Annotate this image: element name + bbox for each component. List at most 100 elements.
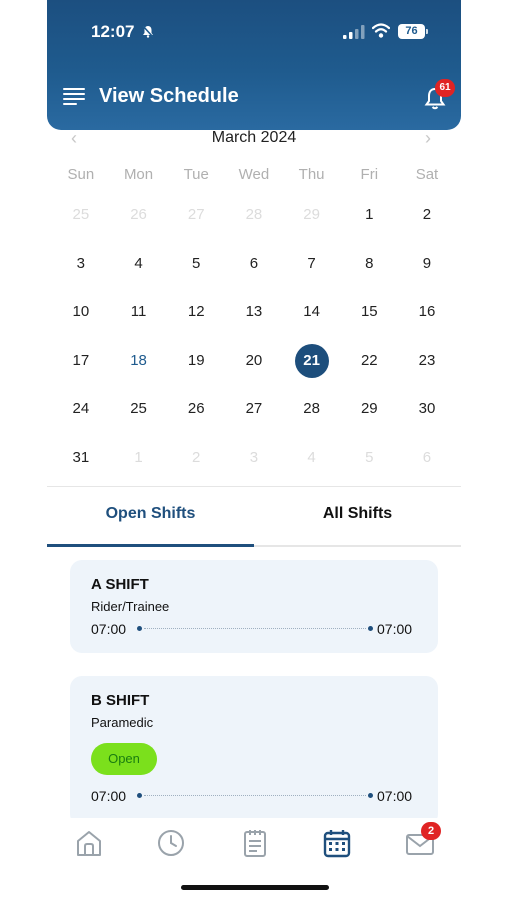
calendar-day[interactable]: 10: [52, 295, 110, 329]
home-indicator[interactable]: [181, 885, 329, 890]
calendar-day[interactable]: 29: [283, 198, 341, 232]
calendar-grid: 25 26 27 28 29 1 2 3 4 5 6 7 8 9 10 11 1…: [52, 191, 456, 482]
weekday-label: Thu: [298, 166, 325, 183]
battery-indicator: 76: [398, 24, 425, 39]
calendar-day[interactable]: 16: [398, 295, 456, 329]
calendar-day[interactable]: 12: [167, 295, 225, 329]
bell-muted-icon: [142, 25, 154, 38]
calendar-day[interactable]: 28: [283, 392, 341, 426]
shift-tabs: Open Shifts All Shifts: [47, 487, 461, 547]
shift-start-time: 07:00: [91, 621, 127, 637]
calendar-day[interactable]: 14: [283, 295, 341, 329]
weekday-label: Sat: [415, 166, 439, 183]
shift-name: B SHIFT: [91, 692, 150, 709]
calendar-day[interactable]: 17: [52, 344, 110, 378]
calendar-day[interactable]: 6: [398, 441, 456, 475]
shift-end-time: 07:00: [377, 621, 413, 637]
hamburger-menu-icon[interactable]: [63, 88, 85, 105]
weekday-label: Mon: [123, 166, 154, 183]
calendar-day[interactable]: 2: [167, 441, 225, 475]
app-screen: 12:07 76 View Schedule 61 ‹ March 2024 ›…: [47, 0, 461, 900]
timeline-start-dot: [137, 793, 142, 798]
calendar-day[interactable]: 28: [225, 198, 283, 232]
shift-card[interactable]: B SHIFT Paramedic Open 07:00 07:00: [70, 676, 438, 826]
calendar-day[interactable]: 7: [283, 247, 341, 281]
calendar-day[interactable]: 26: [110, 198, 168, 232]
shift-role: Rider/Trainee: [91, 599, 170, 614]
calendar-day-selected[interactable]: 21: [283, 343, 341, 378]
calendar-day[interactable]: 27: [167, 198, 225, 232]
shift-role: Paramedic: [91, 715, 154, 730]
month-label: March 2024: [211, 129, 297, 146]
calendar-day[interactable]: 1: [110, 441, 168, 475]
timeline-end-dot: [368, 793, 373, 798]
shift-card[interactable]: A SHIFT Rider/Trainee 07:00 07:00: [70, 560, 438, 653]
calendar-day[interactable]: 25: [110, 392, 168, 426]
calendar-day[interactable]: 9: [398, 247, 456, 281]
calendar-day[interactable]: 1: [340, 198, 398, 232]
tab-open-shifts[interactable]: Open Shifts: [47, 487, 254, 543]
shift-start-time: 07:00: [91, 788, 127, 804]
calendar-day[interactable]: 8: [340, 247, 398, 281]
calendar-day[interactable]: 25: [52, 198, 110, 232]
weekday-label: Sun: [67, 166, 95, 183]
mail-badge: 2: [421, 822, 441, 840]
calendar-week: 17 18 19 20 21 22 23: [52, 337, 456, 386]
home-icon[interactable]: [73, 828, 105, 858]
battery-tip: [426, 29, 428, 34]
calendar-day[interactable]: 3: [225, 441, 283, 475]
shift-end-time: 07:00: [377, 788, 413, 804]
timeline-start-dot: [137, 626, 142, 631]
calendar-day[interactable]: 27: [225, 392, 283, 426]
calendar-day[interactable]: 4: [283, 441, 341, 475]
calendar-day[interactable]: 29: [340, 392, 398, 426]
calendar-day[interactable]: 22: [340, 344, 398, 378]
calendar-week: 25 26 27 28 29 1 2: [52, 191, 456, 240]
notification-badge: 61: [435, 79, 455, 97]
calendar-day[interactable]: 2: [398, 198, 456, 232]
status-time: 12:07: [91, 22, 135, 41]
calendar-day[interactable]: 5: [340, 441, 398, 475]
status-badge: Open: [91, 743, 157, 775]
calendar-day[interactable]: 5: [167, 247, 225, 281]
bottom-navigation: 2: [47, 818, 461, 900]
calendar-day[interactable]: 19: [167, 344, 225, 378]
shift-name: A SHIFT: [91, 576, 149, 593]
month-navigator: ‹ March 2024 ›: [47, 126, 461, 150]
tab-all-shifts[interactable]: All Shifts: [254, 487, 461, 543]
weekday-label: Tue: [183, 166, 209, 183]
calendar-day[interactable]: 3: [52, 247, 110, 281]
calendar-day[interactable]: 26: [167, 392, 225, 426]
calendar-day[interactable]: 4: [110, 247, 168, 281]
wifi-icon: [372, 23, 390, 38]
active-tab-indicator: [47, 544, 254, 547]
page-title: View Schedule: [99, 85, 239, 107]
calendar-week: 24 25 26 27 28 29 30: [52, 385, 456, 434]
calendar-day[interactable]: 31: [52, 441, 110, 475]
weekday-header: Sun Mon Tue Wed Thu Fri Sat: [52, 166, 456, 183]
timeline-line: [144, 795, 366, 796]
weekday-label: Wed: [238, 166, 270, 183]
cellular-signal-icon: [343, 25, 365, 39]
tab-divider: [254, 545, 461, 547]
timeline-line: [144, 628, 366, 629]
timeline-end-dot: [368, 626, 373, 631]
calendar-week: 10 11 12 13 14 15 16: [52, 288, 456, 337]
notes-icon[interactable]: [239, 828, 271, 858]
calendar-day[interactable]: 24: [52, 392, 110, 426]
calendar-day[interactable]: 20: [225, 344, 283, 378]
calendar-day[interactable]: 6: [225, 247, 283, 281]
calendar-week: 3 4 5 6 7 8 9: [52, 240, 456, 289]
clock-icon[interactable]: [155, 828, 187, 858]
chevron-right-icon[interactable]: ›: [425, 128, 431, 149]
calendar-day[interactable]: 15: [340, 295, 398, 329]
calendar-day[interactable]: 11: [110, 295, 168, 329]
calendar-week: 31 1 2 3 4 5 6: [52, 434, 456, 483]
calendar-icon[interactable]: [321, 828, 353, 858]
app-header: 12:07 76 View Schedule 61: [47, 0, 461, 130]
calendar-day[interactable]: 23: [398, 344, 456, 378]
calendar-day[interactable]: 30: [398, 392, 456, 426]
calendar-day[interactable]: 13: [225, 295, 283, 329]
calendar-day-today[interactable]: 18: [110, 344, 168, 378]
selected-day-label: 21: [294, 343, 329, 378]
